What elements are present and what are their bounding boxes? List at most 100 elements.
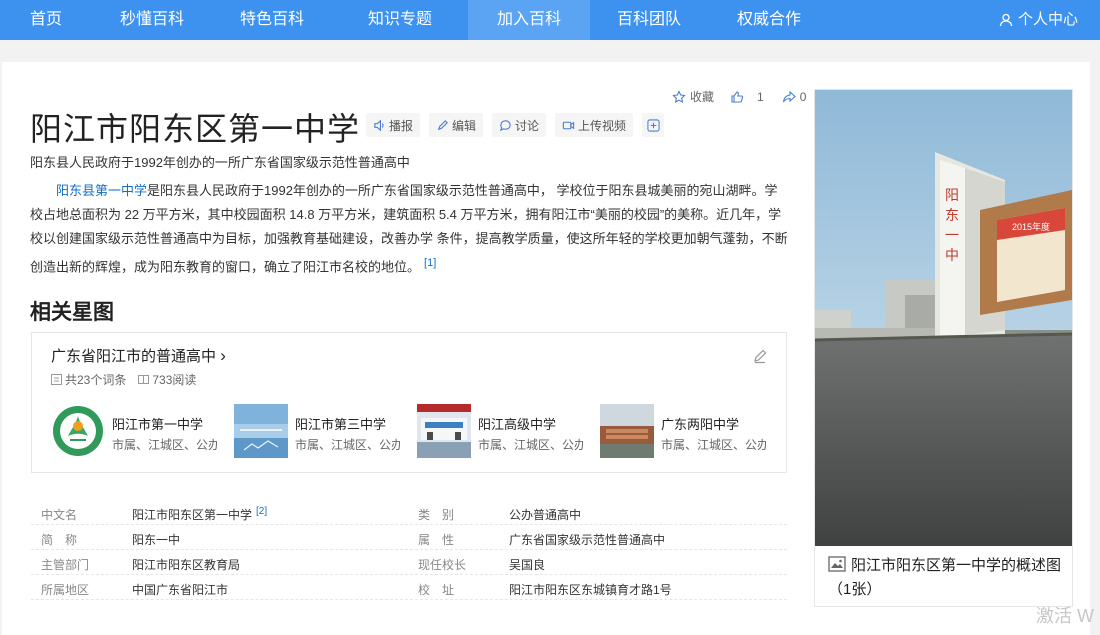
like-count: 1 [757,89,764,104]
star-card-name: 阳江市第一中学 [112,417,204,432]
nav-item-team[interactable]: 百科团队 [605,0,693,40]
info-key: 简 称 [41,533,78,547]
nav-item-miaodong[interactable]: 秒懂百科 [108,0,196,40]
star-card-name: 阳江市第三中学 [295,417,387,432]
info-value: 阳江市阳东区第一中学 [2] [132,506,267,523]
star-card-desc: 市属、江城区、公办 [295,438,400,452]
section-title-star-map: 相关星图 [30,301,114,324]
entry-subtitle: 阳东县人民政府于1992年创办的一所广东省国家级示范性普通高中 [30,155,410,170]
favorite-label: 收藏 [690,90,715,104]
book-icon [138,375,150,384]
share-count: 0 [799,89,807,104]
school-photo-image [600,404,654,458]
nav-item-home[interactable]: 首页 [14,0,78,40]
star-card[interactable]: 阳江市第三中学 市属、江城区、公办 [234,404,417,458]
read-aloud-label: 播报 [389,118,414,133]
entry-actions: 收藏 1 0 [672,88,806,105]
page-title: 阳江市阳东区第一中学 [30,111,361,147]
star-map-box: 广东省阳江市的普通高中 › 共23个词条 733阅读 阳江市第一中学 市属、江城区… [31,332,787,473]
school-gate-photo[interactable]: 阳东一中 2015年度 [815,90,1072,546]
top-nav: 首页 秒懂百科 特色百科 知识专题 加入百科 百科团队 权威合作 个人中心 [0,0,1100,40]
chevron-right-icon: › [220,346,226,365]
star-card-name: 广东两阳中学 [661,417,740,432]
album-box: 阳东一中 2015年度 阳江市阳东区第一中学的概述图（1张） [814,89,1073,607]
school-photo-image [234,404,288,458]
discuss-label: 讨论 [515,118,540,133]
album-caption-text: 阳江市阳东区第一中学的概述图（1张） [828,557,1062,598]
info-reference[interactable]: [2] [256,506,267,517]
table-row: 所属地区 中国广东省阳江市 校 址 阳江市阳东区东城镇育才路1号 [31,575,787,600]
speaker-icon [374,119,384,131]
info-key: 校 址 [418,583,455,597]
edit-button[interactable]: 编辑 [429,113,484,137]
add-button[interactable] [642,113,665,137]
summary-reference[interactable]: [1] [424,257,436,269]
star-card[interactable]: 广东两阳中学市属、江城区、公办 [600,404,783,458]
info-value: 阳东一中 [132,533,181,547]
star-card-desc: 市属、江城区、公办 [661,438,766,452]
user-icon [999,13,1013,27]
nav-item-featured[interactable]: 特色百科 [228,0,316,40]
nav-item-topics[interactable]: 知识专题 [355,0,445,40]
info-key: 属 性 [418,533,455,547]
edit-pencil-icon[interactable] [752,348,768,364]
info-key: 现任校长 [418,558,467,572]
user-center-label: 个人中心 [1017,11,1078,28]
star-map-title-text: 广东省阳江市的普通高中 [51,348,217,365]
views-count-text: 733阅读 [152,373,197,387]
video-icon [562,121,575,129]
table-row: 简 称 阳东一中 属 性 广东省国家级示范性普通高中 [31,525,787,550]
chat-bubble-icon [499,119,511,131]
school-logo-image [51,404,105,458]
info-value: 阳江市阳东区教育局 [132,558,241,572]
star-card-desc: 市属、江城区、公办 [112,438,217,452]
basic-info-table: 中文名 阳江市阳东区第一中学 [2] 类 别 公办普通高中 简 称 阳东一中 属 … [31,500,787,600]
share-icon [782,90,796,102]
nav-item-cooperation[interactable]: 权威合作 [725,0,813,40]
banner-text: 2015年度 [1012,221,1050,232]
star-card[interactable]: 阳江高级中学市属、江城区、公办 [417,404,600,458]
share-button[interactable]: 0 [782,89,807,104]
album-caption[interactable]: 阳江市阳东区第一中学的概述图（1张） [828,554,1063,602]
info-key: 主管部门 [41,558,90,572]
star-icon [672,89,686,103]
plus-icon [646,118,660,132]
nav-item-join[interactable]: 加入百科 [468,0,590,40]
pencil-icon [437,119,448,130]
school-photo-image [417,404,471,458]
views-count: 733阅读 [138,371,196,388]
favorite-button[interactable]: 收藏 [672,88,714,105]
star-map-stats: 共23个词条 733阅读 [51,371,196,388]
entry-summary: 阳东县第一中学是阳东县人民政府于1992年创办的一所广东省国家级示范性普通高中，… [30,179,790,279]
info-value: 中国广东省阳江市 [132,583,229,597]
info-value: 公办普通高中 [509,508,582,522]
upload-video-label: 上传视频 [578,118,627,133]
image-gallery-icon [828,556,846,572]
info-key: 所属地区 [41,583,90,597]
info-key: 类 别 [418,508,455,522]
activation-watermark: 激活 W [1036,606,1094,626]
user-center-link[interactable]: 个人中心 [999,0,1078,40]
edit-label: 编辑 [452,118,477,133]
info-value-text: 阳江市阳东区第一中学 [132,508,253,522]
entries-count: 共23个词条 [51,371,126,388]
entry-toolbar: 播报 编辑 讨论 上传视频 [366,113,665,137]
thumbs-up-icon [731,90,744,103]
star-card-desc: 市属、江城区、公办 [478,438,583,452]
star-map-title[interactable]: 广东省阳江市的普通高中 › [51,345,226,366]
summary-link[interactable]: 阳东县第一中学 [56,183,147,198]
info-value: 广东省国家级示范性普通高中 [509,533,666,547]
star-card-name: 阳江高级中学 [478,417,557,432]
table-row: 中文名 阳江市阳东区第一中学 [2] 类 别 公办普通高中 [31,500,787,525]
star-card[interactable]: 阳江市第一中学 市属、江城区、公办 [51,404,234,458]
star-map-cards: 阳江市第一中学 市属、江城区、公办 阳江市第三中学 市属、江城区、公办 阳江高级… [51,404,783,458]
upload-video-button[interactable]: 上传视频 [555,113,634,137]
info-value: 阳江市阳东区东城镇育才路1号 [509,583,672,597]
info-key: 中文名 [41,508,78,522]
table-row: 主管部门 阳江市阳东区教育局 现任校长 吴国良 [31,550,787,575]
like-button[interactable]: 1 [730,90,764,104]
entries-count-text: 共23个词条 [65,373,127,387]
discuss-button[interactable]: 讨论 [492,113,547,137]
read-aloud-button[interactable]: 播报 [366,113,421,137]
list-icon [51,374,62,385]
